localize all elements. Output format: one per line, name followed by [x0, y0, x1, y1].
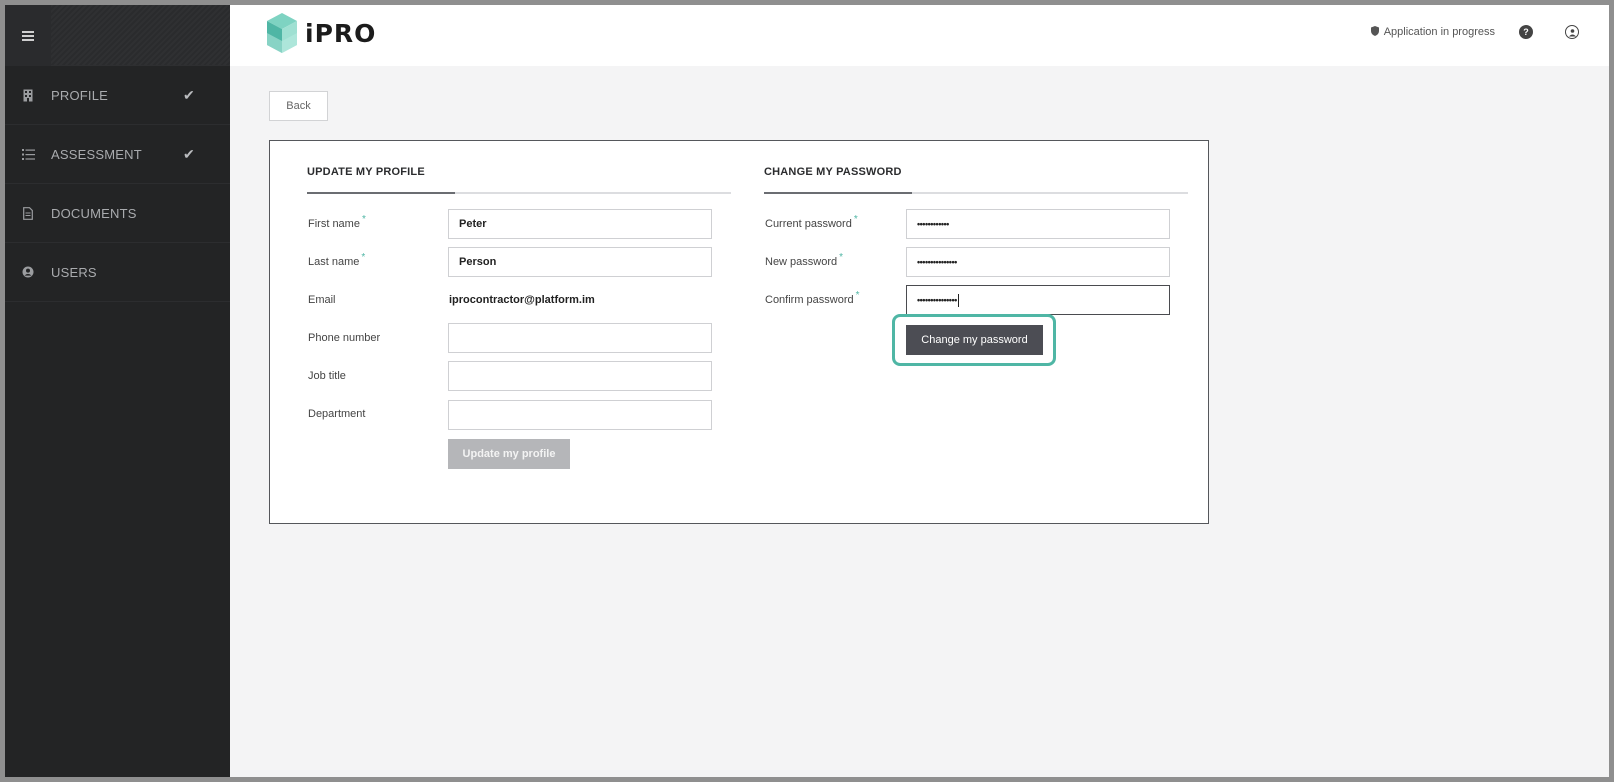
header-actions: Application in progress ? — [1370, 25, 1579, 39]
change-password-button[interactable]: Change my password — [906, 325, 1043, 355]
status-text: Application in progress — [1383, 26, 1495, 38]
hamburger-icon[interactable] — [5, 5, 51, 66]
email-value: iprocontractor@platform.im — [449, 294, 595, 306]
change-password-underline — [764, 192, 1188, 194]
last-name-field[interactable]: Person — [448, 247, 712, 277]
new-password-label: New password * — [765, 252, 844, 268]
user-icon — [5, 266, 51, 278]
check-icon: ✔ — [183, 86, 195, 103]
top-header: iPRO Application in progress ? — [230, 5, 1609, 66]
new-password-field[interactable]: ••••••••••••••• — [906, 247, 1170, 277]
back-button[interactable]: Back — [269, 91, 328, 121]
update-profile-button[interactable]: Update my profile — [448, 439, 570, 469]
sidebar: PROFILE ✔ ASSESSMENT ✔ DOCUMENTS USERS — [5, 5, 230, 777]
sidebar-item-label: ASSESSMENT — [51, 146, 142, 162]
text-caret — [957, 293, 959, 307]
sidebar-header-filler — [51, 5, 230, 65]
document-icon — [5, 206, 51, 220]
sidebar-item-users[interactable]: USERS — [5, 243, 230, 302]
list-icon — [5, 148, 51, 160]
update-profile-underline — [307, 192, 731, 194]
confirm-password-value: ••••••••••••••• — [917, 295, 957, 305]
sidebar-header — [5, 5, 230, 66]
app-frame: PROFILE ✔ ASSESSMENT ✔ DOCUMENTS USERS i… — [0, 0, 1614, 782]
update-profile-title: UPDATE MY PROFILE — [307, 166, 425, 178]
confirm-password-field[interactable]: ••••••••••••••• — [906, 285, 1170, 315]
help-icon[interactable]: ? — [1519, 25, 1533, 39]
app-logo[interactable]: iPRO — [267, 13, 376, 53]
department-label: Department — [308, 408, 366, 420]
first-name-label: First name * — [308, 214, 366, 230]
current-password-value: •••••••••••• — [917, 219, 949, 229]
phone-field[interactable] — [448, 323, 712, 353]
logo-text: iPRO — [305, 18, 377, 48]
building-icon — [5, 89, 51, 102]
phone-label: Phone number — [308, 332, 381, 344]
sidebar-item-label: DOCUMENTS — [51, 205, 137, 221]
profile-card — [269, 140, 1209, 524]
current-password-label: Current password * — [765, 214, 858, 230]
sidebar-item-label: USERS — [51, 264, 97, 280]
sidebar-item-profile[interactable]: PROFILE ✔ — [5, 66, 230, 125]
application-status: Application in progress — [1370, 25, 1495, 39]
sidebar-item-label: PROFILE — [51, 87, 109, 103]
confirm-password-label: Confirm password * — [765, 290, 860, 306]
shield-icon — [1370, 25, 1379, 39]
email-label: Email — [308, 294, 336, 306]
change-password-title: CHANGE MY PASSWORD — [764, 166, 902, 178]
first-name-field[interactable]: Peter — [448, 209, 712, 239]
last-name-label: Last name * — [308, 252, 366, 268]
ipro-logo-icon — [267, 13, 297, 53]
sidebar-item-documents[interactable]: DOCUMENTS — [5, 184, 230, 243]
current-password-field[interactable]: •••••••••••• — [906, 209, 1170, 239]
user-circle-icon[interactable] — [1565, 25, 1579, 39]
check-icon: ✔ — [183, 145, 195, 162]
job-title-field[interactable] — [448, 361, 712, 391]
new-password-value: ••••••••••••••• — [917, 257, 957, 267]
sidebar-item-assessment[interactable]: ASSESSMENT ✔ — [5, 125, 230, 184]
department-field[interactable] — [448, 400, 712, 430]
job-title-label: Job title — [308, 370, 346, 382]
